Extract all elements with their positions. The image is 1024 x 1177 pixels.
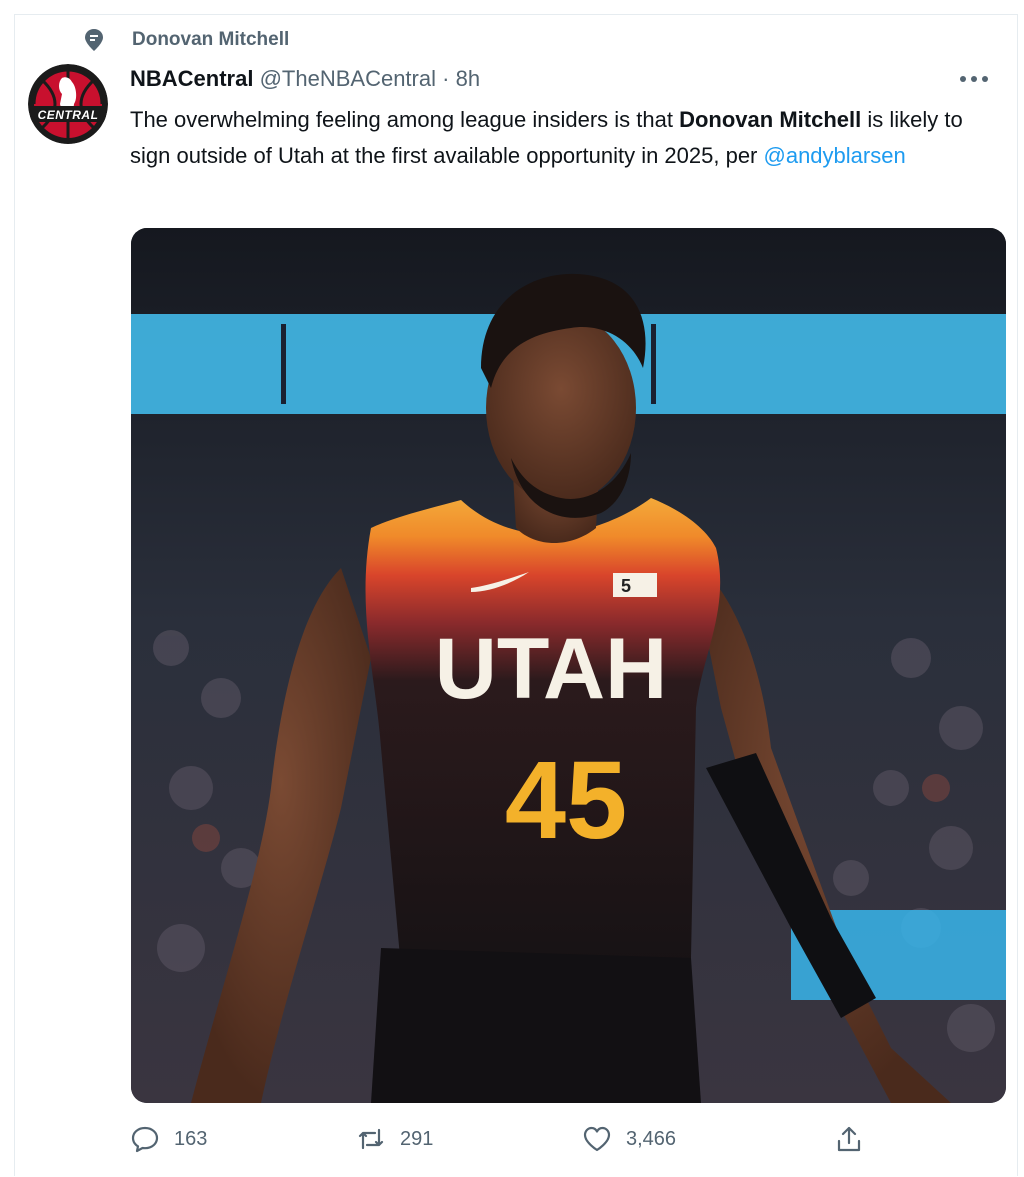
player-photo: UTAH 45 5 [131, 228, 1006, 1103]
separator-dot: · [442, 66, 450, 91]
share-icon [837, 1126, 861, 1152]
topic-context[interactable]: Donovan Mitchell [84, 28, 289, 52]
like-button[interactable]: 3,466 [582, 1124, 676, 1154]
reply-icon [131, 1126, 159, 1153]
retweet-count: 291 [400, 1127, 434, 1150]
nba-central-logo [28, 64, 108, 144]
like-count: 3,466 [626, 1127, 677, 1150]
topic-pin-icon [85, 29, 103, 51]
topic-label[interactable]: Donovan Mitchell [132, 29, 289, 51]
share-button[interactable] [834, 1124, 864, 1154]
reply-button[interactable]: 163 [130, 1124, 207, 1154]
tweet-actions: 163 291 3,466 [130, 1124, 870, 1164]
avatar-text: CENTRAL [37, 108, 99, 122]
avatar[interactable]: CENTRAL [28, 64, 108, 144]
author-name[interactable]: NBACentral [130, 66, 253, 91]
author-handle[interactable]: @TheNBACentral [260, 66, 436, 91]
tweet-text: The overwhelming feeling among league in… [130, 102, 998, 174]
tweet-text-part1: The overwhelming feeling among league in… [130, 107, 680, 132]
tweet-bold-name: Donovan Mitchell [679, 107, 862, 132]
tweet-photo[interactable]: UTAH 45 5 [131, 228, 1006, 1103]
mention-link[interactable]: @andyblarsen [764, 143, 906, 168]
heart-icon [583, 1126, 611, 1152]
retweet-icon [358, 1128, 384, 1150]
more-options-icon[interactable] [954, 64, 994, 94]
jersey-patch-text: 5 [621, 576, 631, 596]
tweet-timestamp[interactable]: 8h [456, 66, 480, 91]
jersey-team-text: UTAH [435, 621, 667, 717]
retweet-button[interactable]: 291 [356, 1124, 433, 1154]
reply-count: 163 [174, 1127, 208, 1150]
tweet-header: NBACentral @TheNBACentral · 8h [130, 64, 480, 94]
jersey-number-text: 45 [505, 739, 627, 862]
